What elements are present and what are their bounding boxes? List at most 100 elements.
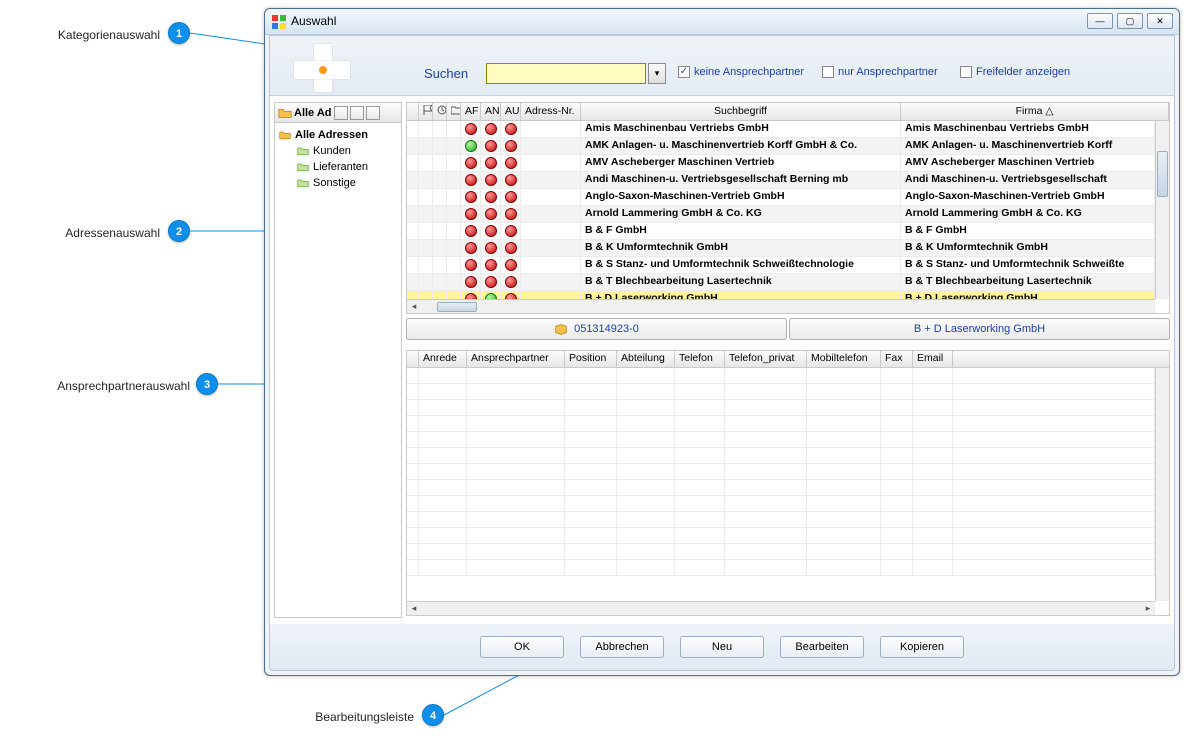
tree-toolbar-button-3[interactable] bbox=[366, 106, 380, 120]
table-row[interactable]: Amis Maschinenbau Vertriebs GmbHAmis Mas… bbox=[407, 121, 1155, 138]
contact-grid-vertical-scrollbar[interactable] bbox=[1155, 368, 1169, 601]
table-row[interactable] bbox=[407, 528, 1155, 544]
window-maximize-button[interactable]: ▢ bbox=[1117, 13, 1143, 29]
table-row[interactable] bbox=[407, 544, 1155, 560]
table-row[interactable] bbox=[407, 464, 1155, 480]
col-header-af[interactable]: AF bbox=[461, 103, 481, 120]
col-fax[interactable]: Fax bbox=[881, 351, 913, 367]
tree-node-customers[interactable]: Kunden bbox=[277, 143, 399, 159]
folder-icon bbox=[279, 130, 291, 140]
tree-toolbar-button-1[interactable] bbox=[334, 106, 348, 120]
cross-logo bbox=[294, 44, 350, 92]
titlebar[interactable]: Auswahl — ▢ ✕ bbox=[265, 9, 1179, 35]
annotation-label-2: Adressenauswahl bbox=[0, 226, 160, 240]
app-icon bbox=[271, 14, 287, 30]
tree-header-text: Alle Ad bbox=[294, 107, 332, 119]
table-row[interactable]: AMV Ascheberger Maschinen VertriebAMV As… bbox=[407, 155, 1155, 172]
col-telefon-privat[interactable]: Telefon_privat bbox=[725, 351, 807, 367]
checkbox-only-contacts[interactable] bbox=[822, 66, 834, 78]
folder-icon bbox=[297, 178, 309, 188]
table-row[interactable]: Arnold Lammering GmbH & Co. KGArnold Lam… bbox=[407, 206, 1155, 223]
table-row[interactable]: Anglo-Saxon-Maschinen-Vertrieb GmbHAnglo… bbox=[407, 189, 1155, 206]
checkbox-no-contacts-label: keine Ansprechpartner bbox=[694, 66, 804, 78]
table-row[interactable]: Andi Maschinen-u. Vertriebsgesellschaft … bbox=[407, 172, 1155, 189]
search-input[interactable] bbox=[486, 63, 646, 84]
address-grid-body[interactable]: Amis Maschinenbau Vertriebs GmbHAmis Mas… bbox=[407, 121, 1155, 299]
ok-button[interactable]: OK bbox=[480, 636, 564, 658]
clock-icon bbox=[437, 105, 447, 115]
table-row[interactable]: AMK Anlagen- u. Maschinenvertrieb Korff … bbox=[407, 138, 1155, 155]
col-header-an[interactable]: AN bbox=[481, 103, 501, 120]
folder-small-icon bbox=[451, 105, 461, 115]
table-row[interactable] bbox=[407, 496, 1155, 512]
tree-node-other[interactable]: Sonstige bbox=[277, 175, 399, 191]
contact-grid-body[interactable] bbox=[407, 368, 1155, 601]
tree-node-all-addresses[interactable]: Alle Adressen bbox=[277, 127, 399, 143]
checkbox-show-freefields-label: Freifelder anzeigen bbox=[976, 66, 1070, 78]
table-row[interactable] bbox=[407, 512, 1155, 528]
table-row[interactable] bbox=[407, 560, 1155, 576]
annotation-bubble-3: 3 bbox=[196, 373, 218, 395]
col-header-adressnr[interactable]: Adress-Nr. bbox=[521, 103, 581, 120]
checkbox-only-contacts-label: nur Ansprechpartner bbox=[838, 66, 938, 78]
address-grid: AF AN AU Adress-Nr. Suchbegriff Firma △ … bbox=[406, 102, 1170, 314]
cancel-button[interactable]: Abbrechen bbox=[580, 636, 664, 658]
contact-grid-horizontal-scrollbar[interactable]: ◂ ▸ bbox=[407, 601, 1155, 615]
col-email[interactable]: Email bbox=[913, 351, 953, 367]
window-title: Auswahl bbox=[291, 14, 336, 28]
col-telefon[interactable]: Telefon bbox=[675, 351, 725, 367]
annotation-bubble-4: 4 bbox=[422, 704, 444, 726]
annotation-bubble-1: 1 bbox=[168, 22, 190, 44]
checkbox-show-freefields[interactable] bbox=[960, 66, 972, 78]
category-tree: Alle Ad Alle Adressen Kunden bbox=[274, 102, 402, 618]
table-row[interactable] bbox=[407, 400, 1155, 416]
search-dropdown-button[interactable]: ▾ bbox=[648, 63, 666, 84]
col-header-au[interactable]: AU bbox=[501, 103, 521, 120]
table-row[interactable] bbox=[407, 480, 1155, 496]
col-ansprechpartner[interactable]: Ansprechpartner bbox=[467, 351, 565, 367]
grid-vertical-scrollbar[interactable] bbox=[1155, 121, 1169, 299]
selection-caption-right[interactable]: B + D Laserworking GmbH bbox=[789, 318, 1170, 340]
tree-toolbar-button-2[interactable] bbox=[350, 106, 364, 120]
address-grid-header[interactable]: AF AN AU Adress-Nr. Suchbegriff Firma △ bbox=[407, 103, 1169, 121]
new-button[interactable]: Neu bbox=[680, 636, 764, 658]
grid-horizontal-scrollbar[interactable]: ◂ bbox=[407, 299, 1155, 313]
selection-caption-row: 051314923-0 B + D Laserworking GmbH bbox=[406, 318, 1170, 340]
flag-icon bbox=[423, 105, 433, 115]
table-row[interactable]: B + D Laserworking GmbHB + D Laserworkin… bbox=[407, 291, 1155, 299]
folder-icon bbox=[297, 162, 309, 172]
edit-button-bar: OK Abbrechen Neu Bearbeiten Kopieren bbox=[270, 624, 1174, 670]
contact-grid-header[interactable]: Anrede Ansprechpartner Position Abteilun… bbox=[407, 351, 1169, 368]
table-row[interactable] bbox=[407, 448, 1155, 464]
table-row[interactable]: B & K Umformtechnik GmbHB & K Umformtech… bbox=[407, 240, 1155, 257]
client-area: Alle Ad Alle Adressen Kunden bbox=[270, 96, 1174, 624]
table-row[interactable]: B & S Stanz- und Umformtechnik Schweißte… bbox=[407, 257, 1155, 274]
table-row[interactable] bbox=[407, 432, 1155, 448]
col-mobiltelefon[interactable]: Mobiltelefon bbox=[807, 351, 881, 367]
table-row[interactable] bbox=[407, 416, 1155, 432]
annotation-label-1: Kategorienauswahl bbox=[0, 28, 160, 42]
window-minimize-button[interactable]: — bbox=[1087, 13, 1113, 29]
folder-icon bbox=[278, 107, 292, 119]
selection-window: Auswahl — ▢ ✕ Suchen ▾ keine Ansprechpar… bbox=[264, 8, 1180, 676]
table-row[interactable]: B & F GmbHB & F GmbH bbox=[407, 223, 1155, 240]
col-header-firma[interactable]: Firma △ bbox=[901, 103, 1169, 120]
table-row[interactable] bbox=[407, 384, 1155, 400]
table-row[interactable] bbox=[407, 368, 1155, 384]
checkbox-no-contacts[interactable] bbox=[678, 66, 690, 78]
contact-grid: Anrede Ansprechpartner Position Abteilun… bbox=[406, 350, 1170, 616]
package-icon bbox=[554, 323, 568, 335]
tree-node-suppliers[interactable]: Lieferanten bbox=[277, 159, 399, 175]
folder-icon bbox=[297, 146, 309, 156]
col-position[interactable]: Position bbox=[565, 351, 617, 367]
selection-caption-left[interactable]: 051314923-0 bbox=[406, 318, 787, 340]
edit-button[interactable]: Bearbeiten bbox=[780, 636, 864, 658]
window-body: Suchen ▾ keine Ansprechpartner nur Anspr… bbox=[269, 35, 1175, 671]
window-close-button[interactable]: ✕ bbox=[1147, 13, 1173, 29]
table-row[interactable]: B & T Blechbearbeitung LasertechnikB & T… bbox=[407, 274, 1155, 291]
col-abteilung[interactable]: Abteilung bbox=[617, 351, 675, 367]
annotation-label-4: Bearbeitungsleiste bbox=[264, 710, 414, 724]
col-header-suchbegriff[interactable]: Suchbegriff bbox=[581, 103, 901, 120]
col-anrede[interactable]: Anrede bbox=[419, 351, 467, 367]
copy-button[interactable]: Kopieren bbox=[880, 636, 964, 658]
